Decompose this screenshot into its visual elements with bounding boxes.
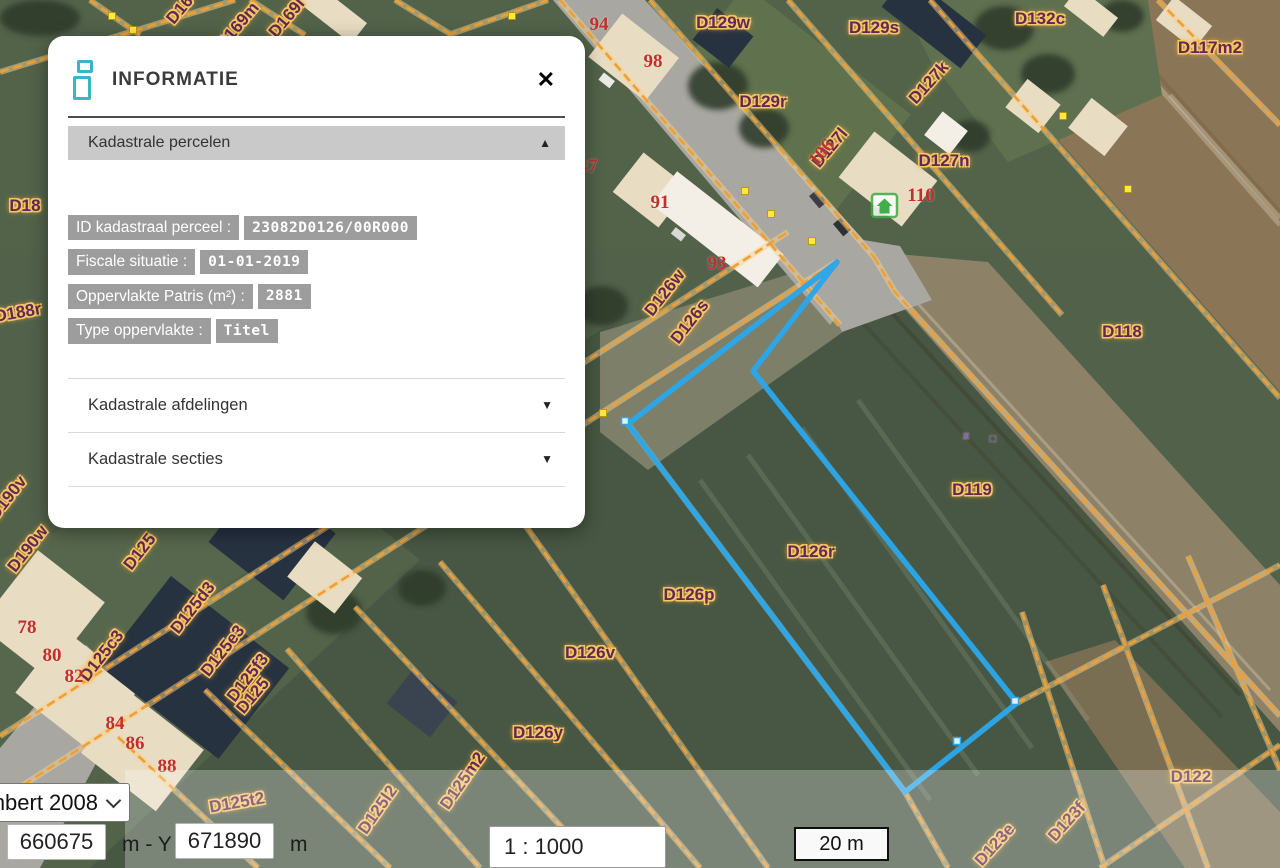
section-header-kadastrale-afdelingen[interactable]: Kadastrale afdelingen ▼ [68,379,565,433]
info-field-row: ID kadastraal perceel :23082D0126/00R000 [68,215,565,240]
scale-bar-label: 20 m [819,833,863,856]
panel-header: INFORMATIE ✕ [48,36,585,116]
section-label: Kadastrale percelen [88,134,230,152]
info-fields: ID kadastraal perceel :23082D0126/00R000… [68,215,565,344]
info-field-row: Type oppervlakte :Titel [68,318,565,343]
field-value: 01-01-2019 [200,250,308,274]
panel-title: INFORMATIE [112,69,533,91]
info-field-row: Fiscale situatie :01-01-2019 [68,249,565,274]
information-panel: INFORMATIE ✕ Kadastrale percelen ▲ ID ka… [48,36,585,528]
projection-value: Lambert 2008 [0,790,98,816]
chevron-up-icon: ▲ [539,136,551,150]
field-label: ID kadastraal perceel : [68,215,239,240]
x-coordinate-input[interactable] [7,824,106,860]
section-header-kadastrale-secties[interactable]: Kadastrale secties ▼ [68,433,565,487]
x-unit-label: m - Y [122,833,172,857]
field-label: Type oppervlakte : [68,318,211,343]
map-viewport[interactable]: D16D169mD169lD129wD129sD132cD117m2D129rD… [0,0,1280,868]
field-label: Oppervlakte Patris (m²) : [68,284,253,309]
field-label: Fiscale situatie : [68,249,195,274]
close-icon[interactable]: ✕ [533,67,559,93]
chevron-down-icon [106,792,122,808]
address-point-icon [872,194,897,217]
field-value: Titel [216,319,278,343]
collapsible-sections: Kadastrale afdelingen▼Kadastrale secties… [68,378,565,487]
chevron-down-icon: ▼ [541,452,553,466]
field-value: 23082D0126/00R000 [244,216,417,240]
section-header-kadastrale-percelen[interactable]: Kadastrale percelen ▲ [68,126,565,160]
chevron-down-icon: ▼ [541,398,553,412]
header-divider [68,116,565,118]
y-coordinate-input[interactable] [175,823,274,859]
scale-bar: 20 m [794,827,889,861]
projection-select[interactable]: Lambert 2008 [0,783,130,822]
info-icon [70,60,96,100]
section-label: Kadastrale afdelingen [88,396,248,415]
scale-input[interactable] [489,826,666,868]
info-field-row: Oppervlakte Patris (m²) :2881 [68,284,565,309]
y-unit-label: m [290,833,308,857]
section-label: Kadastrale secties [88,450,223,469]
field-value: 2881 [258,284,311,308]
